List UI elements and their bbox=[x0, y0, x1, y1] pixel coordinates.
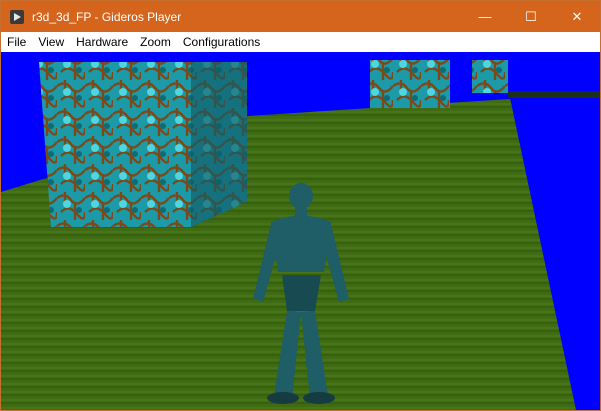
window-controls: — ☐ ✕ bbox=[462, 1, 600, 32]
app-icon bbox=[10, 9, 24, 24]
game-viewport[interactable] bbox=[1, 52, 600, 410]
middle-cube bbox=[370, 60, 450, 108]
menu-zoom[interactable]: Zoom bbox=[134, 32, 177, 52]
menu-view[interactable]: View bbox=[32, 32, 70, 52]
title-bar[interactable]: r3d_3d_FP - Gideros Player — ☐ ✕ bbox=[1, 1, 600, 32]
app-window: r3d_3d_FP - Gideros Player — ☐ ✕ File Vi… bbox=[0, 0, 601, 411]
menu-hardware[interactable]: Hardware bbox=[70, 32, 134, 52]
close-button[interactable]: ✕ bbox=[554, 1, 600, 32]
menu-configurations[interactable]: Configurations bbox=[177, 32, 266, 52]
maximize-icon: ☐ bbox=[525, 8, 537, 24]
maximize-button[interactable]: ☐ bbox=[508, 1, 554, 32]
menu-bar: File View Hardware Zoom Configurations bbox=[1, 32, 600, 52]
game-scene bbox=[1, 52, 600, 410]
minimize-icon: — bbox=[478, 9, 492, 24]
small-distant-cube bbox=[472, 60, 508, 93]
window-title: r3d_3d_FP - Gideros Player bbox=[32, 9, 182, 24]
close-icon: ✕ bbox=[571, 8, 583, 24]
minimize-button[interactable]: — bbox=[462, 1, 508, 32]
menu-file[interactable]: File bbox=[1, 32, 32, 52]
large-cube bbox=[39, 62, 247, 227]
distant-ridge bbox=[508, 91, 600, 98]
